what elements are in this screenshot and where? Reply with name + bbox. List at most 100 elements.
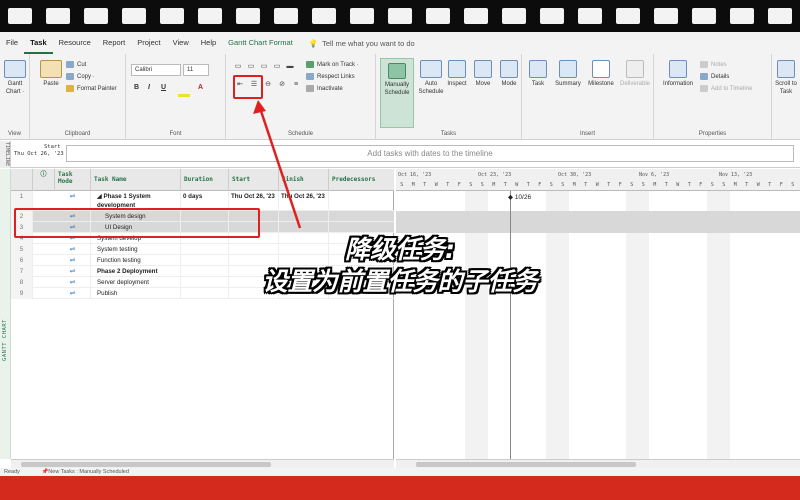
- header-duration[interactable]: Duration: [181, 169, 229, 191]
- day-label: T: [768, 182, 772, 188]
- notes-icon: [700, 60, 708, 68]
- mark-on-track-button[interactable]: Mark on Track ·: [306, 60, 359, 71]
- day-label: F: [457, 182, 461, 188]
- italic-button[interactable]: I: [148, 84, 150, 91]
- selected-chart-row: [396, 211, 800, 222]
- finish-cell[interactable]: Thu Oct 26, '23: [279, 191, 329, 211]
- underline-button[interactable]: U: [161, 84, 166, 91]
- copy-button[interactable]: Copy ·: [66, 72, 95, 83]
- scrollbar-thumb[interactable]: [416, 462, 636, 467]
- header-start[interactable]: Start: [229, 169, 279, 191]
- day-label: M: [411, 182, 415, 188]
- tab-project[interactable]: Project: [131, 32, 166, 54]
- gantt-chart: Oct 16, '23 Oct 23, '23 Oct 30, '23 Nov …: [396, 169, 800, 459]
- tab-gantt-chart-format[interactable]: Gantt Chart Format: [222, 32, 299, 54]
- header-rownum: [11, 169, 33, 191]
- day-label: S: [710, 182, 714, 188]
- header-finish[interactable]: Finish: [279, 169, 329, 191]
- day-label: F: [538, 182, 542, 188]
- group-insert: Task Summary Milestone Deliverable Inser…: [522, 54, 654, 140]
- header-task-mode[interactable]: Task Mode: [55, 169, 91, 191]
- film-strip-bottom: [0, 476, 800, 500]
- day-label: T: [503, 182, 507, 188]
- add-to-timeline-button[interactable]: Add to Timeline: [700, 84, 752, 95]
- film-strip-top: [0, 0, 800, 32]
- day-label: T: [607, 182, 611, 188]
- day-label: S: [630, 182, 634, 188]
- film-hole: [578, 8, 602, 24]
- header-task-name[interactable]: Task Name: [91, 169, 181, 191]
- day-label: S: [480, 182, 484, 188]
- timeline-side-label: TIMELINE: [0, 141, 11, 168]
- tab-view[interactable]: View: [167, 32, 195, 54]
- auto-schedule-button[interactable]: Auto Schedule: [414, 60, 448, 96]
- inspect-button[interactable]: Inspect: [444, 60, 470, 88]
- day-labels: SMTWTFSSMTWTFSSMTWTFSSMTWTFSSMTWTFS: [396, 180, 800, 190]
- highlight-color-icon[interactable]: [178, 94, 190, 97]
- gantt-chart-button[interactable]: Gantt Chart ·: [0, 60, 30, 96]
- percent-100-icon[interactable]: ▬: [284, 62, 296, 72]
- new-tasks-mode[interactable]: 📌New Tasks : Manually Scheduled: [21, 469, 128, 475]
- header-predecessors[interactable]: Predecessors: [329, 169, 394, 191]
- diamond-icon: ◆: [508, 194, 515, 201]
- group-view: Gantt Chart · View: [0, 54, 30, 140]
- percent-0-icon[interactable]: ▭: [232, 62, 244, 72]
- group-font: Calibri 11 B I U A Font: [126, 54, 226, 140]
- film-hole: [160, 8, 184, 24]
- tab-report[interactable]: Report: [97, 32, 132, 54]
- font-size-select[interactable]: 11: [183, 64, 209, 76]
- scroll-to-task-button[interactable]: Scroll to Task: [772, 60, 800, 96]
- details-button[interactable]: Details: [700, 72, 729, 83]
- insert-task-button[interactable]: Task: [524, 60, 552, 88]
- scrollbar-thumb[interactable]: [21, 462, 271, 467]
- table-scrollbar[interactable]: [11, 459, 394, 468]
- move-button[interactable]: Move: [470, 60, 496, 88]
- caption-line-2: 设置为前置任务的子任务: [262, 267, 538, 296]
- task-icon: [529, 60, 547, 78]
- inactivate-button[interactable]: Inactivate: [306, 84, 343, 95]
- tab-task[interactable]: Task: [24, 32, 53, 54]
- format-painter-button[interactable]: Format Painter: [66, 84, 117, 95]
- film-hole: [730, 8, 754, 24]
- mode-button[interactable]: Mode: [496, 60, 522, 88]
- paste-button[interactable]: Paste: [34, 60, 68, 88]
- ribbon-tabs: File Task Resource Report Project View H…: [0, 32, 800, 54]
- header-info[interactable]: ⓘ: [33, 169, 55, 191]
- information-button[interactable]: Information: [658, 60, 698, 88]
- film-hole: [388, 8, 412, 24]
- respect-links-button[interactable]: Respect Links: [306, 72, 355, 83]
- links-icon: [306, 72, 314, 80]
- font-family-select[interactable]: Calibri: [131, 64, 181, 76]
- insert-summary-button[interactable]: Summary: [552, 60, 584, 88]
- information-icon: [669, 60, 687, 78]
- link-tasks-icon[interactable]: ⊖: [262, 80, 274, 90]
- cut-button[interactable]: Cut: [66, 60, 86, 71]
- percent-25-icon[interactable]: ▭: [245, 62, 257, 72]
- tab-file[interactable]: File: [0, 32, 24, 54]
- unlink-tasks-icon[interactable]: ⊘: [276, 80, 288, 90]
- group-schedule: ▭ ▭ ▭ ▭ ▬ ⇤ ☰ ⊖ ⊘ ≡ Mark on Track · Resp…: [226, 54, 376, 140]
- tell-me-box[interactable]: 💡 Tell me what you want to do: [299, 39, 415, 48]
- tab-help[interactable]: Help: [195, 32, 222, 54]
- split-task-icon[interactable]: ≡: [290, 80, 302, 90]
- chart-scrollbar[interactable]: [396, 459, 800, 468]
- timeline-bar[interactable]: Add tasks with dates to the timeline: [66, 145, 794, 162]
- group-properties: Information Notes Details Add to Timelin…: [654, 54, 772, 140]
- percent-75-icon[interactable]: ▭: [271, 62, 283, 72]
- tab-resource[interactable]: Resource: [53, 32, 97, 54]
- percent-50-icon[interactable]: ▭: [258, 62, 270, 72]
- milestone-icon: [592, 60, 610, 78]
- notes-button[interactable]: Notes: [700, 60, 727, 71]
- scissors-icon: [66, 60, 74, 68]
- film-hole: [768, 8, 792, 24]
- gantt-chart-icon: [4, 60, 26, 78]
- font-color-icon[interactable]: A: [198, 84, 203, 91]
- day-label: T: [664, 182, 668, 188]
- manually-schedule-button[interactable]: Manually Schedule: [380, 58, 414, 128]
- finish-cell[interactable]: [279, 211, 329, 222]
- milestone-marker[interactable]: ◆ 10/26: [508, 193, 531, 201]
- insert-milestone-button[interactable]: Milestone: [584, 60, 618, 88]
- day-label: T: [446, 182, 450, 188]
- insert-deliverable-button[interactable]: Deliverable: [618, 60, 652, 88]
- bold-button[interactable]: B: [134, 84, 139, 91]
